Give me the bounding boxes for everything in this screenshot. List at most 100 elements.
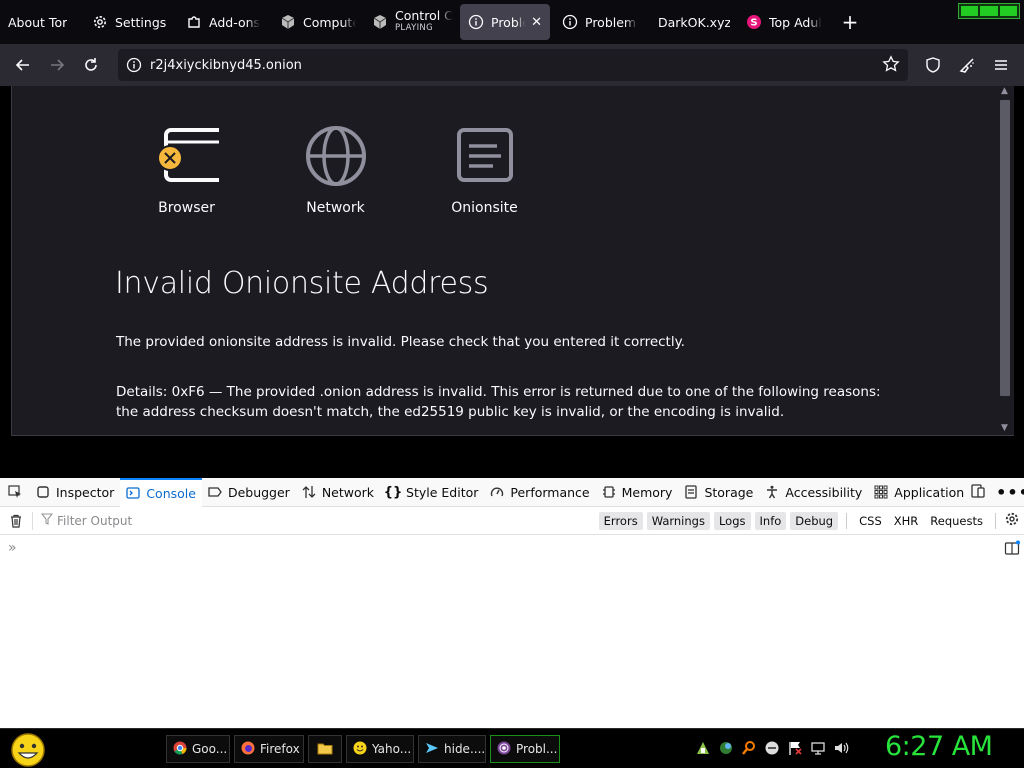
scroll-up-arrow-icon[interactable]: ▲ bbox=[999, 86, 1010, 96]
tab-problem[interactable]: Problem I bbox=[554, 4, 646, 40]
tab-label: Problem I bbox=[585, 14, 638, 30]
picker-icon bbox=[8, 485, 22, 499]
tab-style-editor[interactable]: {} Style Editor bbox=[380, 478, 484, 507]
tab-inspector[interactable]: Inspector bbox=[30, 478, 120, 507]
new-tab-button[interactable]: + bbox=[836, 8, 864, 36]
error-title: Invalid Onionsite Address bbox=[115, 266, 489, 301]
taskbar-item-chrome[interactable]: Goo... bbox=[166, 735, 230, 763]
error-details: Details: 0xF6 — The provided .onion addr… bbox=[116, 384, 881, 420]
tab-compute[interactable]: Compute bbox=[272, 4, 364, 40]
sidebar-toggle-icon[interactable] bbox=[1004, 540, 1020, 559]
step-label: Onionsite bbox=[451, 200, 518, 216]
taskbar-clock[interactable]: 6:27 AM bbox=[885, 731, 993, 762]
close-icon[interactable]: ✕ bbox=[531, 15, 542, 30]
step-network: Network bbox=[261, 124, 410, 216]
info-icon bbox=[468, 14, 484, 30]
step-label: Browser bbox=[158, 200, 215, 216]
tray-monitor-icon[interactable] bbox=[809, 739, 826, 756]
tab-console[interactable]: Console bbox=[120, 477, 202, 507]
tray-flag-icon[interactable] bbox=[786, 739, 803, 756]
tab-control[interactable]: Control C PLAYING bbox=[364, 4, 456, 40]
console-settings-gear-icon[interactable] bbox=[1004, 511, 1020, 530]
scrollbar-thumb[interactable] bbox=[1000, 100, 1010, 396]
tab-performance[interactable]: Performance bbox=[484, 478, 595, 507]
console-filter-bar: Filter Output Errors Warnings Logs Info … bbox=[0, 507, 1024, 535]
url-text: r2j4xiyckibnyd45.onion bbox=[150, 57, 302, 73]
filter-errors-button[interactable]: Errors bbox=[598, 511, 643, 530]
url-bar[interactable]: r2j4xiyckibnyd45.onion bbox=[118, 49, 908, 81]
divider bbox=[995, 512, 996, 529]
bookmark-star-icon[interactable] bbox=[882, 55, 900, 76]
arrow-right-icon bbox=[51, 59, 65, 71]
chip-icon bbox=[602, 485, 616, 499]
shield-button[interactable] bbox=[916, 48, 950, 82]
scroll-down-arrow-icon[interactable]: ▼ bbox=[999, 423, 1010, 433]
tab-darkok[interactable]: DarkOK.xyz bbox=[646, 4, 738, 40]
filter-debug-button[interactable]: Debug bbox=[790, 511, 839, 530]
taskbar-item-tor[interactable]: Probl... bbox=[490, 735, 560, 763]
taskbar-item-folder[interactable] bbox=[308, 735, 342, 763]
tab-about-tor[interactable]: About Tor bbox=[0, 4, 84, 40]
filter-warnings-button[interactable]: Warnings bbox=[646, 511, 710, 530]
s-badge-icon: S bbox=[746, 14, 762, 30]
taskbar-label: Goo... bbox=[192, 742, 228, 756]
new-identity-button[interactable] bbox=[950, 48, 984, 82]
svg-text:S: S bbox=[750, 18, 757, 29]
tab-label: Inspector bbox=[56, 484, 115, 500]
taskbar-item-hide[interactable]: hide.... bbox=[418, 735, 486, 763]
site-info-icon[interactable] bbox=[118, 57, 150, 73]
taskbar-label: Firefox bbox=[260, 742, 300, 756]
filter-output-input[interactable]: Filter Output bbox=[33, 513, 233, 528]
devtools-toolbar: Inspector Console Debugger Network {} St… bbox=[0, 477, 1024, 507]
filter-info-button[interactable]: Info bbox=[754, 511, 787, 530]
tray-minus-icon[interactable] bbox=[763, 739, 780, 756]
tray-volume-icon[interactable] bbox=[832, 739, 849, 756]
console-icon bbox=[126, 486, 140, 500]
taskbar-label: hide.... bbox=[444, 742, 486, 756]
storage-icon bbox=[684, 485, 698, 499]
tab-storage[interactable]: Storage bbox=[678, 478, 759, 507]
tab-network[interactable]: Network bbox=[296, 478, 380, 507]
taskbar-item-yahoo[interactable]: Yaho... bbox=[346, 735, 414, 763]
filter-placeholder: Filter Output bbox=[57, 513, 133, 528]
inspector-icon bbox=[36, 485, 50, 499]
tab-top-adult[interactable]: S Top Adult bbox=[738, 4, 830, 40]
network-arrows-icon bbox=[302, 485, 316, 499]
tab-label: Style Editor bbox=[406, 484, 479, 500]
filter-logs-button[interactable]: Logs bbox=[713, 511, 751, 530]
tab-label: Settings bbox=[115, 14, 167, 30]
trash-icon[interactable] bbox=[0, 514, 32, 528]
element-picker-button[interactable] bbox=[0, 478, 30, 507]
folder-icon bbox=[317, 741, 333, 758]
tab-accessibility[interactable]: Accessibility bbox=[759, 478, 868, 507]
filter-requests-button[interactable]: Requests bbox=[926, 512, 987, 530]
tray-app-icon[interactable] bbox=[694, 739, 711, 756]
console-prompt-chevron-icon[interactable]: » bbox=[8, 540, 17, 556]
more-options-icon[interactable]: ••• bbox=[996, 483, 1024, 502]
back-button[interactable] bbox=[6, 48, 40, 82]
step-browser: Browser bbox=[112, 124, 261, 216]
tab-label: Network bbox=[321, 484, 375, 500]
system-meter bbox=[958, 3, 1020, 19]
start-button-smiley-icon[interactable] bbox=[8, 731, 48, 767]
tab-memory[interactable]: Memory bbox=[596, 478, 679, 507]
filter-xhr-button[interactable]: XHR bbox=[890, 512, 923, 530]
tab-application[interactable]: Application bbox=[868, 478, 970, 507]
forward-button[interactable] bbox=[40, 48, 74, 82]
tray-search-icon[interactable] bbox=[740, 739, 757, 756]
tab-problem-active[interactable]: Probler ✕ bbox=[460, 4, 550, 40]
tab-settings[interactable]: Settings bbox=[84, 4, 178, 40]
info-icon bbox=[562, 14, 578, 30]
taskbar-item-firefox[interactable]: Firefox bbox=[234, 735, 304, 763]
tab-debugger[interactable]: Debugger bbox=[202, 478, 296, 507]
tab-addons[interactable]: Add-ons bbox=[178, 4, 272, 40]
menu-button[interactable] bbox=[984, 48, 1018, 82]
reload-button[interactable] bbox=[74, 48, 108, 82]
filter-css-button[interactable]: CSS bbox=[855, 512, 886, 530]
taskbar-label: Probl... bbox=[516, 742, 558, 756]
system-tray bbox=[694, 739, 849, 756]
tray-network-icon[interactable] bbox=[717, 739, 734, 756]
devtools-panel: Inspector Console Debugger Network {} St… bbox=[0, 477, 1024, 728]
responsive-mode-icon[interactable] bbox=[970, 483, 986, 502]
page-scrollbar[interactable]: ▲ ▼ bbox=[997, 86, 1012, 435]
